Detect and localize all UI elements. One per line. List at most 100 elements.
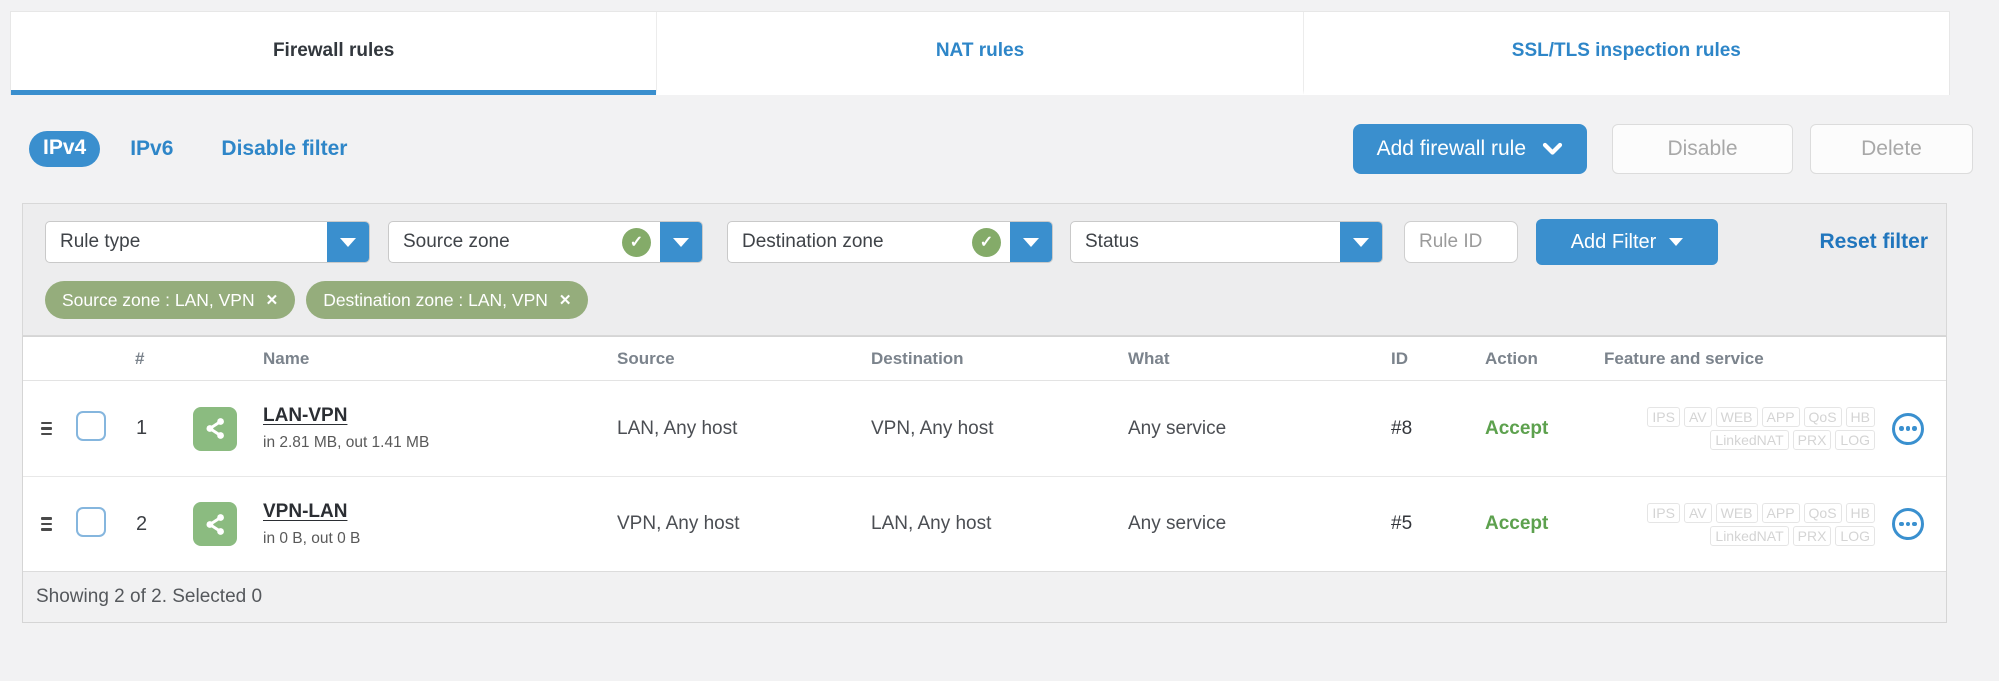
tab-ssl-tls-inspection-rules[interactable]: SSL/TLS inspection rules [1302, 12, 1949, 95]
feature-badge: HB [1845, 407, 1875, 427]
ipv6-toggle[interactable]: IPv6 [130, 137, 173, 161]
row-checkbox[interactable] [76, 506, 106, 537]
rule-type-dropdown-button[interactable] [327, 222, 369, 262]
feature-badge: IPS [1647, 502, 1680, 523]
column-header-number: # [135, 348, 145, 368]
reset-filter-link[interactable]: Reset filter [1819, 230, 1928, 254]
add-firewall-rule-button[interactable]: Add firewall rule [1352, 124, 1587, 174]
feature-badge: IPS [1647, 407, 1680, 427]
add-firewall-rule-label: Add firewall rule [1376, 137, 1526, 160]
rule-destination: VPN, Any host [871, 417, 994, 439]
rule-source: VPN, Any host [617, 513, 740, 534]
caret-down-icon [1353, 237, 1369, 247]
feature-badge: HB [1845, 502, 1875, 523]
destination-zone-dropdown-label: Destination zone [742, 231, 884, 252]
firewall-rules-table: # Name Source Destination What ID Action… [22, 336, 1947, 623]
tab-firewall-rules[interactable]: Firewall rules [11, 12, 657, 95]
feature-badge: WEB [1715, 407, 1758, 427]
rule-share-icon[interactable] [193, 406, 237, 451]
feature-badge: WEB [1715, 502, 1758, 523]
column-header-what: What [1128, 348, 1170, 368]
feature-badge: LinkedNAT [1710, 430, 1789, 450]
rule-action: Accept [1485, 417, 1549, 439]
rule-type-dropdown-label: Rule type [60, 231, 141, 252]
rule-name-link[interactable]: LAN-VPN [263, 405, 347, 427]
feature-badges: IPS AV WEB APP QoS HB LinkedNAT PRX LOG [1647, 407, 1875, 450]
rule-type-dropdown[interactable]: Rule type [45, 221, 370, 263]
source-zone-dropdown[interactable]: Source zone ✓ [388, 221, 703, 263]
toolbar: IPv4 IPv6 Disable filter Add firewall ru… [29, 95, 1973, 203]
tab-ssl-tls-inspection-rules-label: SSL/TLS inspection rules [1511, 40, 1741, 61]
chevron-down-icon [1542, 142, 1563, 156]
status-dropdown-button[interactable] [1340, 222, 1382, 262]
status-dropdown-label: Status [1085, 231, 1139, 252]
column-header-source: Source [617, 348, 675, 368]
row-more-actions-icon[interactable] [1892, 412, 1924, 445]
rule-action: Accept [1485, 513, 1549, 534]
column-header-name: Name [263, 348, 310, 368]
feature-badge: LinkedNAT [1710, 525, 1789, 546]
drag-handle-icon[interactable] [23, 517, 59, 531]
rule-what: Any service [1128, 513, 1227, 534]
filter-tag-destination-zone: Destination zone : LAN, VPN ✕ [306, 281, 589, 319]
filter-tag-label: Source zone : LAN, VPN [62, 289, 255, 310]
rule-source: LAN, Any host [617, 417, 738, 439]
remove-tag-icon[interactable]: ✕ [266, 291, 279, 309]
feature-badge: QoS [1803, 502, 1842, 523]
rule-what: Any service [1128, 417, 1227, 439]
feature-badge: LOG [1835, 525, 1875, 546]
feature-badge: PRX [1792, 525, 1832, 546]
disable-filter-link[interactable]: Disable filter [221, 137, 347, 161]
feature-and-service-cell: IPS AV WEB APP QoS HB LinkedNAT PRX LOG [1604, 502, 1946, 546]
rule-destination: LAN, Any host [871, 513, 992, 534]
feature-badge: QoS [1803, 407, 1842, 427]
filter-row: Rule type Source zone ✓ Destination zone… [45, 219, 1932, 265]
rule-name-link[interactable]: VPN-LAN [263, 501, 347, 523]
column-header-destination: Destination [871, 348, 964, 368]
remove-tag-icon[interactable]: ✕ [559, 291, 572, 309]
row-number: 1 [136, 417, 148, 439]
row-number: 2 [136, 512, 148, 535]
check-circle-icon: ✓ [972, 227, 1001, 257]
drag-handle-icon[interactable] [23, 421, 59, 436]
feature-badge: APP [1761, 502, 1800, 523]
ipv4-toggle[interactable]: IPv4 [29, 131, 101, 167]
tab-nat-rules[interactable]: NAT rules [656, 12, 1302, 95]
feature-badge: LOG [1835, 430, 1875, 450]
feature-and-service-cell: IPS AV WEB APP QoS HB LinkedNAT PRX LOG [1604, 407, 1946, 450]
feature-badge: AV [1683, 407, 1712, 427]
add-filter-button[interactable]: Add Filter [1536, 219, 1718, 265]
feature-badge: APP [1761, 407, 1800, 427]
status-dropdown[interactable]: Status [1070, 221, 1383, 263]
caret-down-icon [673, 237, 689, 247]
source-zone-dropdown-button[interactable] [660, 222, 702, 262]
caret-down-icon [340, 237, 356, 247]
rule-id-input[interactable] [1404, 221, 1518, 263]
row-checkbox[interactable] [76, 411, 106, 441]
destination-zone-dropdown[interactable]: Destination zone ✓ [727, 221, 1053, 263]
add-filter-label: Add Filter [1570, 230, 1657, 253]
showing-status-text: Showing 2 of 2. Selected 0 [36, 586, 263, 607]
check-circle-icon: ✓ [622, 227, 651, 257]
disable-button[interactable]: Disable [1612, 124, 1793, 174]
active-filter-tags: Source zone : LAN, VPN ✕ Destination zon… [45, 281, 1932, 319]
feature-badge: PRX [1792, 430, 1832, 450]
column-header-id: ID [1391, 348, 1408, 368]
rule-id: #5 [1391, 513, 1413, 534]
tab-nat-rules-label: NAT rules [935, 40, 1025, 61]
source-zone-dropdown-label: Source zone [403, 231, 510, 252]
delete-button[interactable]: Delete [1810, 124, 1973, 174]
rule-share-icon[interactable] [193, 502, 237, 546]
rule-id: #8 [1391, 417, 1413, 439]
caret-down-icon [1023, 237, 1039, 247]
tab-bar: Firewall rules NAT rules SSL/TLS inspect… [10, 11, 1950, 95]
table-header-row: # Name Source Destination What ID Action… [23, 337, 1946, 381]
feature-badges: IPS AV WEB APP QoS HB LinkedNAT PRX LOG [1647, 502, 1875, 546]
destination-zone-dropdown-button[interactable] [1010, 222, 1052, 262]
row-more-actions-icon[interactable] [1892, 508, 1924, 540]
rule-traffic-stats: in 0 B, out 0 B [263, 529, 361, 547]
rule-traffic-stats: in 2.81 MB, out 1.41 MB [263, 434, 430, 451]
filter-tag-source-zone: Source zone : LAN, VPN ✕ [45, 281, 296, 319]
table-row: 1 LAN-VPN in 2.81 MB, out 1.41 MB LAN, A… [23, 381, 1946, 476]
tab-firewall-rules-label: Firewall rules [272, 40, 395, 61]
